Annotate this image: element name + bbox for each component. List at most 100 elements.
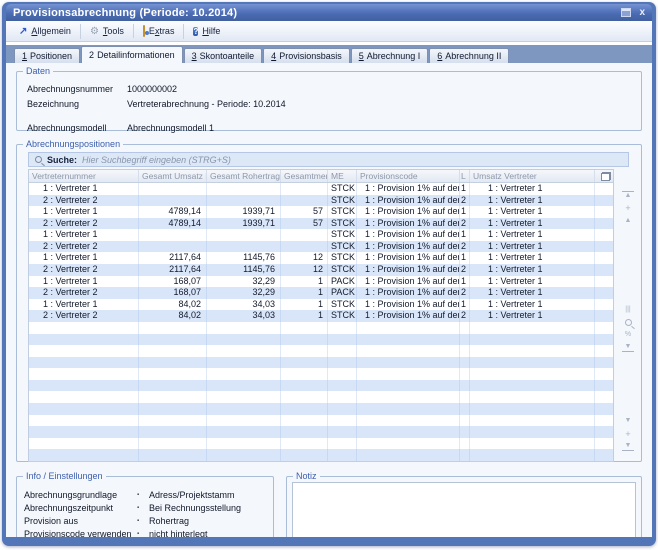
column-header-umsatz-vertreter[interactable]: Umsatz Vertreter bbox=[470, 170, 595, 182]
cell-gesamt-rohertrag bbox=[207, 345, 281, 357]
cell-l bbox=[460, 357, 470, 369]
table-row-empty bbox=[29, 415, 613, 427]
column-header-gesamtmenge[interactable]: Gesamtmenge bbox=[281, 170, 328, 182]
table-row[interactable]: 1 : Vertreter 1 STCK 1 : Provision 1% au… bbox=[29, 183, 613, 195]
cell-l bbox=[460, 426, 470, 438]
cell-vertreternummer: 2 : Vertreter 2 bbox=[29, 310, 139, 322]
cell-gesamt-umsatz: 4789,14 bbox=[139, 206, 207, 218]
cell-me: STCK bbox=[328, 183, 357, 195]
tab-item[interactable]: 5Abrechnung I bbox=[351, 48, 429, 63]
table-row-empty bbox=[29, 438, 613, 450]
search-bar[interactable]: Suche: Hier Suchbegriff eingeben (STRG+S… bbox=[28, 152, 629, 167]
cell-gesamt-rohertrag: 34,03 bbox=[207, 310, 281, 322]
zoom-icon[interactable] bbox=[625, 319, 632, 326]
toolbar-menu-item[interactable]: ? Hilfe bbox=[183, 24, 229, 39]
notiz-legend: Notiz bbox=[293, 471, 320, 481]
cell-gesamt-rohertrag: 1145,76 bbox=[207, 252, 281, 264]
cell-gesamtmenge: 12 bbox=[281, 264, 328, 276]
cell-gesamtmenge bbox=[281, 345, 328, 357]
cell-me bbox=[328, 415, 357, 427]
cell-l: 1 bbox=[460, 276, 470, 288]
table-row[interactable]: 2 : Vertreter 2 84,02 34,03 1 STCK 1 : P… bbox=[29, 310, 613, 322]
tab-item[interactable]: 6Abrechnung II bbox=[429, 48, 509, 63]
tab-item[interactable]: 4Provisionsbasis bbox=[263, 48, 350, 63]
table-row[interactable]: 1 : Vertreter 1 168,07 32,29 1 PACK 1 : … bbox=[29, 276, 613, 288]
column-header-provisionscode[interactable]: Provisionscode bbox=[357, 170, 460, 182]
column-header-vertreternummer[interactable]: Vertreternummer bbox=[29, 170, 139, 182]
cell-vertreternummer bbox=[29, 380, 139, 392]
tab-item[interactable]: 2Detailinformationen bbox=[81, 46, 183, 63]
table-row[interactable]: 2 : Vertreter 2 STCK 1 : Provision 1% au… bbox=[29, 241, 613, 253]
info-label: Abrechnungszeitpunkt bbox=[24, 503, 137, 513]
table-row[interactable]: 1 : Vertreter 1 84,02 34,03 1 STCK 1 : P… bbox=[29, 299, 613, 311]
cell-provisionscode bbox=[357, 368, 460, 380]
cell-provisionscode bbox=[357, 334, 460, 346]
table-row[interactable]: 2 : Vertreter 2 4789,14 1939,71 57 STCK … bbox=[29, 218, 613, 230]
cell-gesamt-umsatz: 84,02 bbox=[139, 299, 207, 311]
cell-gesamt-umsatz bbox=[139, 322, 207, 334]
column-header-gesamt-umsatz[interactable]: Gesamt Umsatz EUR bbox=[139, 170, 207, 182]
table-row[interactable]: 1 : Vertreter 1 STCK 1 : Provision 1% au… bbox=[29, 229, 613, 241]
notiz-groupbox: Notiz bbox=[286, 476, 642, 537]
notiz-textarea[interactable] bbox=[292, 482, 636, 537]
table-row-empty bbox=[29, 403, 613, 415]
percent-icon[interactable]: % bbox=[622, 330, 634, 340]
cell-vertreternummer: 1 : Vertreter 1 bbox=[29, 252, 139, 264]
column-header-l[interactable]: L bbox=[460, 170, 470, 182]
table-row-empty bbox=[29, 449, 613, 461]
column-chooser-icon[interactable] bbox=[601, 172, 611, 181]
cell-gesamt-umsatz: 168,07 bbox=[139, 287, 207, 299]
title-bar[interactable]: Provisionsabrechnung (Periode: 10.2014) … bbox=[6, 4, 652, 21]
cell-filler bbox=[595, 345, 613, 357]
table-row[interactable]: 2 : Vertreter 2 168,07 32,29 1 PACK 1 : … bbox=[29, 287, 613, 299]
cell-provisionscode bbox=[357, 438, 460, 450]
main-toolbar: ↗ Allgemein ⚙ Tools Extras ? Hilfe bbox=[6, 21, 652, 42]
move-down-icon[interactable]: ▼ bbox=[622, 416, 634, 426]
cell-provisionscode: 1 : Provision 1% auf den Ve bbox=[357, 287, 460, 299]
cell-vertreternummer: 2 : Vertreter 2 bbox=[29, 264, 139, 276]
expand-icon[interactable]: ▼ bbox=[622, 343, 634, 352]
field-label: Abrechnungsmodell bbox=[27, 123, 127, 133]
cell-filler bbox=[595, 229, 613, 241]
table-row[interactable]: 2 : Vertreter 2 2117,64 1145,76 12 STCK … bbox=[29, 264, 613, 276]
cell-filler bbox=[595, 334, 613, 346]
cell-vertreternummer: 1 : Vertreter 1 bbox=[29, 183, 139, 195]
column-header-me[interactable]: ME bbox=[328, 170, 357, 182]
cell-gesamt-rohertrag bbox=[207, 241, 281, 253]
scroll-to-bottom-icon[interactable]: ▼ bbox=[622, 442, 634, 451]
cell-provisionscode: 1 : Provision 1% auf den Ve bbox=[357, 299, 460, 311]
column-header-gesamt-rohertrag[interactable]: Gesamt Rohertrag EUR bbox=[207, 170, 281, 182]
cell-filler bbox=[595, 368, 613, 380]
cell-l: 1 bbox=[460, 229, 470, 241]
toolbar-menu-item[interactable]: ↗ Allgemein bbox=[10, 24, 80, 39]
table-row[interactable]: 2 : Vertreter 2 STCK 1 : Provision 1% au… bbox=[29, 195, 613, 207]
cell-l: 1 bbox=[460, 206, 470, 218]
add-row-icon[interactable]: + bbox=[622, 203, 634, 213]
table-row[interactable]: 1 : Vertreter 1 2117,64 1145,76 12 STCK … bbox=[29, 252, 613, 264]
tab-item[interactable]: 1Positionen bbox=[14, 48, 80, 63]
cell-provisionscode bbox=[357, 322, 460, 334]
cell-me: STCK bbox=[328, 195, 357, 207]
toolbar-menu-item[interactable]: ⚙ Tools bbox=[80, 24, 133, 39]
table-row-empty bbox=[29, 345, 613, 357]
close-icon[interactable]: x bbox=[637, 8, 647, 17]
cell-provisionscode: 1 : Provision 1% auf den Ve bbox=[357, 276, 460, 288]
cell-l bbox=[460, 415, 470, 427]
field-abrechnungsmodell: Abrechnungsmodell Abrechnungsmodell 1 bbox=[27, 120, 641, 135]
columns-icon[interactable]: ||| bbox=[622, 305, 634, 315]
cell-me bbox=[328, 368, 357, 380]
table-row[interactable]: 1 : Vertreter 1 4789,14 1939,71 57 STCK … bbox=[29, 206, 613, 218]
cell-gesamt-umsatz bbox=[139, 380, 207, 392]
cell-vertreternummer bbox=[29, 438, 139, 450]
cell-me bbox=[328, 334, 357, 346]
restore-icon[interactable] bbox=[621, 8, 631, 17]
tab-item[interactable]: 3Skontoanteile bbox=[184, 48, 263, 63]
cell-gesamtmenge: 1 bbox=[281, 287, 328, 299]
cell-vertreternummer bbox=[29, 368, 139, 380]
toolbar-menu-item[interactable]: Extras bbox=[133, 24, 184, 38]
scroll-to-top-icon[interactable]: ▲ bbox=[622, 191, 634, 200]
cell-gesamt-umsatz bbox=[139, 183, 207, 195]
insert-row-icon[interactable]: + bbox=[622, 429, 634, 439]
cell-filler bbox=[595, 287, 613, 299]
move-up-icon[interactable]: ▲ bbox=[622, 216, 634, 226]
